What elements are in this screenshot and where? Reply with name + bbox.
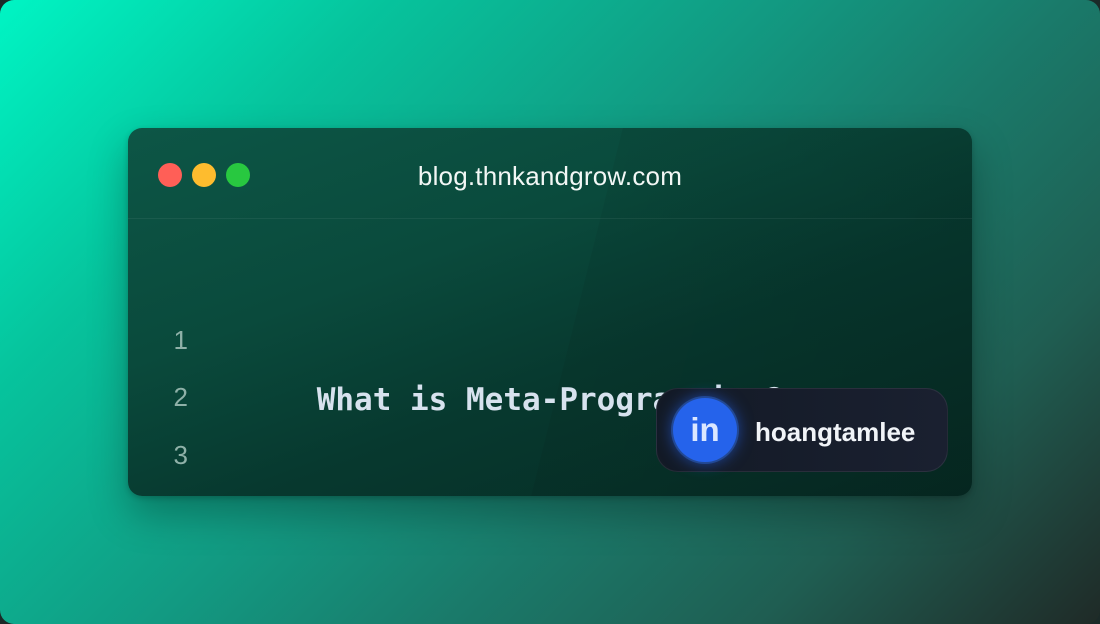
window-title-url: blog.thnkandgrow.com [417,161,683,191]
line-number: 3 [173,440,188,470]
linkedin-icon: in [673,398,737,462]
gradient-background: blog.thnkandgrow.com 1 2 3 What is Meta-… [0,0,1100,624]
line-number: 1 [173,325,188,355]
linkedin-handle: hoangtamlee [755,417,916,447]
code-window: blog.thnkandgrow.com 1 2 3 What is Meta-… [128,128,972,496]
title-bar: blog.thnkandgrow.com [128,128,972,219]
linkedin-badge[interactable]: in hoangtamlee [656,388,948,472]
